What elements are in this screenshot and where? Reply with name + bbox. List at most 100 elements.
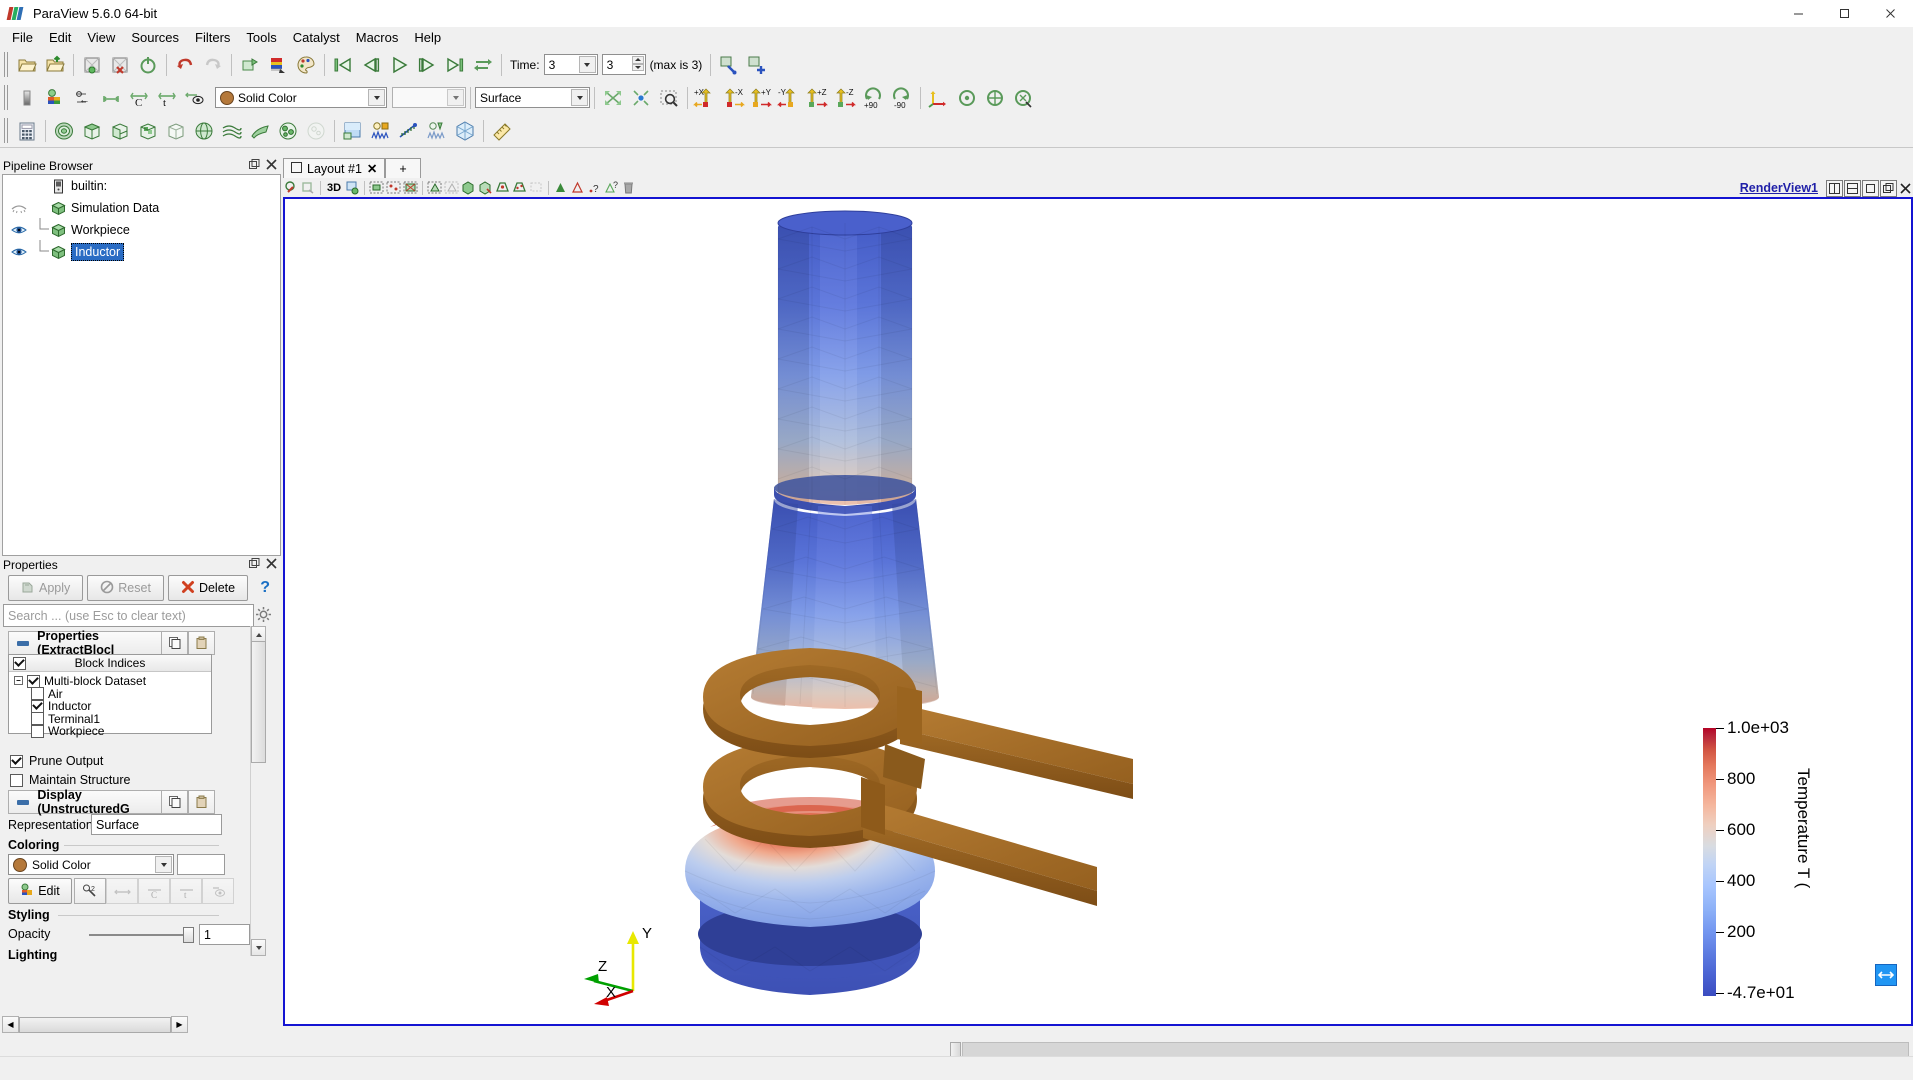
properties-horizontal-scrollbar[interactable]: ◀ ▶ bbox=[2, 1016, 232, 1033]
pipeline-item-simulation-data[interactable]: Simulation Data bbox=[3, 197, 280, 219]
maintain-structure-checkbox[interactable] bbox=[10, 773, 23, 787]
undock-view-button[interactable] bbox=[1880, 179, 1897, 197]
properties-vertical-scrollbar[interactable] bbox=[250, 626, 266, 956]
maintain-structure-row[interactable]: Maintain Structure bbox=[10, 773, 130, 787]
opacity-value[interactable]: 1 bbox=[199, 924, 250, 945]
pipeline-item-builtin[interactable]: builtin: bbox=[3, 175, 280, 197]
scroll-down-arrow-icon[interactable] bbox=[251, 939, 266, 956]
edit-color-button[interactable]: Edit bbox=[8, 878, 72, 904]
toolbar-grip[interactable] bbox=[3, 85, 10, 110]
render-view-icon[interactable] bbox=[339, 117, 367, 145]
open-file-icon[interactable] bbox=[13, 51, 41, 79]
apply-button[interactable]: Apply bbox=[8, 575, 84, 601]
zoom-to-data-icon[interactable] bbox=[627, 84, 655, 112]
properties-close-icon[interactable] bbox=[266, 558, 277, 572]
gear-icon[interactable] bbox=[252, 604, 274, 625]
new-layout-tab-button[interactable]: + bbox=[385, 158, 421, 178]
toggle-color-legend-icon[interactable] bbox=[13, 84, 41, 112]
color-legend[interactable]: 1.0e+03 800 600 400 200 -4.7e+01 Tempera… bbox=[1703, 718, 1823, 1008]
menu-sources[interactable]: Sources bbox=[123, 28, 187, 47]
main-horizontal-scrollbar[interactable] bbox=[0, 1041, 1913, 1057]
previous-frame-icon[interactable] bbox=[357, 51, 385, 79]
paste-display-icon[interactable] bbox=[188, 790, 215, 814]
select-cells-on-rectangle-icon[interactable] bbox=[368, 179, 385, 196]
block-row-air[interactable]: Air bbox=[9, 687, 211, 701]
select-blocks-disabled-icon[interactable] bbox=[528, 179, 545, 196]
block-row-inductor[interactable]: Inductor bbox=[9, 699, 211, 713]
render-view[interactable]: Y Z X 1.0e+03 800 600 400 200 -4.7e+01 T… bbox=[283, 197, 1913, 1026]
expand-collapse-icon[interactable] bbox=[14, 674, 23, 688]
stream-tracer-filter-icon[interactable] bbox=[218, 117, 246, 145]
search-input[interactable]: Search ... (use Esc to clear text) bbox=[3, 604, 254, 627]
rotate-minus-90-icon[interactable]: -90 bbox=[888, 84, 916, 112]
maximize-button[interactable] bbox=[1821, 0, 1867, 27]
scrollbar-thumb[interactable] bbox=[19, 1016, 171, 1033]
block-checkbox[interactable] bbox=[31, 724, 44, 738]
array-component-combo[interactable] bbox=[392, 87, 466, 108]
block-indices-box[interactable]: Block Indices Multi-block Dataset Air In… bbox=[8, 654, 212, 738]
reset-camera-icon[interactable] bbox=[599, 84, 627, 112]
rotate-plus-90-icon[interactable]: +90 bbox=[860, 84, 888, 112]
prune-output-checkbox[interactable] bbox=[10, 754, 23, 768]
menu-catalyst[interactable]: Catalyst bbox=[285, 28, 348, 47]
chevron-down-icon[interactable] bbox=[447, 89, 464, 106]
hover-cells-icon[interactable] bbox=[552, 179, 569, 196]
loop-icon[interactable] bbox=[469, 51, 497, 79]
split-vertical-button[interactable] bbox=[1844, 179, 1861, 197]
menu-help[interactable]: Help bbox=[406, 28, 449, 47]
display-section-header[interactable]: Display (UnstructuredG bbox=[8, 788, 162, 816]
query-cells-icon[interactable]: ? bbox=[586, 179, 603, 196]
maximize-view-button[interactable] bbox=[1862, 179, 1879, 197]
menu-tools[interactable]: Tools bbox=[238, 28, 284, 47]
line-chart-view-icon[interactable] bbox=[367, 117, 395, 145]
time-index-spinbox[interactable]: 3 bbox=[601, 54, 646, 75]
properties-section-header[interactable]: Properties (ExtractBlocl bbox=[8, 629, 162, 657]
play-icon[interactable] bbox=[385, 51, 413, 79]
pipeline-item-workpiece[interactable]: Workpiece bbox=[3, 217, 280, 241]
scrollbar-thumb[interactable] bbox=[251, 641, 266, 763]
rescale-to-data-range-icon[interactable]: ← bbox=[69, 84, 97, 112]
undo-icon[interactable] bbox=[171, 51, 199, 79]
reset-center-icon[interactable] bbox=[953, 84, 981, 112]
rescale-over-time-icon[interactable]: C bbox=[125, 84, 153, 112]
block-indices-master-checkbox[interactable] bbox=[13, 656, 26, 670]
view-direction-plus-x-icon[interactable]: +X bbox=[692, 84, 720, 112]
visibility-toggle-icon[interactable] bbox=[9, 203, 29, 214]
layout-tab-close-icon[interactable]: ✕ bbox=[367, 161, 377, 176]
view-direction-minus-y-icon[interactable]: -Y bbox=[776, 84, 804, 112]
orientation-axes-widget[interactable]: Y Z X bbox=[570, 919, 660, 1009]
show-center-axes-icon[interactable] bbox=[925, 84, 953, 112]
color-map-editor-icon[interactable] bbox=[264, 51, 292, 79]
extract-subset-filter-icon[interactable] bbox=[162, 117, 190, 145]
block-checkbox[interactable] bbox=[31, 699, 44, 713]
chevron-down-icon[interactable] bbox=[368, 89, 385, 106]
toolbar-grip[interactable] bbox=[3, 52, 10, 77]
scrollbar-thumb[interactable] bbox=[950, 1042, 961, 1057]
load-state-icon[interactable] bbox=[106, 51, 134, 79]
chevron-down-icon[interactable] bbox=[571, 89, 588, 106]
block-row-multiblock[interactable]: Multi-block Dataset bbox=[9, 674, 211, 688]
edit-color-map-icon[interactable]: 2 bbox=[74, 878, 106, 904]
rescale-visible-range-icon[interactable]: t bbox=[170, 878, 202, 904]
block-checkbox[interactable] bbox=[31, 712, 44, 726]
contour-filter-icon[interactable] bbox=[50, 117, 78, 145]
pipeline-item-inductor[interactable]: Inductor bbox=[3, 239, 280, 263]
block-checkbox[interactable] bbox=[31, 687, 44, 701]
close-button[interactable] bbox=[1867, 0, 1913, 27]
representation-combo[interactable]: Surface bbox=[475, 87, 590, 108]
slice-filter-icon[interactable] bbox=[106, 117, 134, 145]
warp-filter-icon[interactable] bbox=[246, 117, 274, 145]
pipeline-undock-icon[interactable] bbox=[249, 159, 260, 173]
plot-over-line-icon[interactable] bbox=[395, 117, 423, 145]
clear-selection-icon[interactable] bbox=[620, 179, 637, 196]
time-value-combo[interactable]: 3 bbox=[543, 54, 598, 75]
menu-edit[interactable]: Edit bbox=[41, 28, 79, 47]
rescale-custom-range-icon[interactable] bbox=[97, 84, 125, 112]
select-points-on-rectangle-icon[interactable] bbox=[385, 179, 402, 196]
representation-value[interactable]: Surface bbox=[91, 814, 222, 835]
interactive-selection-points-icon[interactable] bbox=[283, 179, 300, 196]
menu-view[interactable]: View bbox=[79, 28, 123, 47]
redo-icon[interactable] bbox=[199, 51, 227, 79]
reset-session-icon[interactable] bbox=[134, 51, 162, 79]
paste-properties-icon[interactable] bbox=[188, 631, 215, 655]
